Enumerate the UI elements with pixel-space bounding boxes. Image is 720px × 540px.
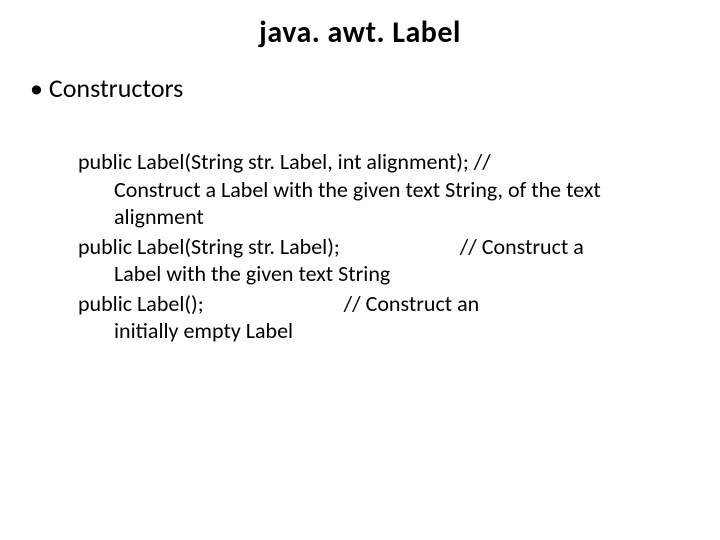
signature-text: public Label(String str. Label); xyxy=(78,233,340,260)
constructor-entry: public Label(String str. Label, int alig… xyxy=(78,148,638,231)
constructor-description: Construct a Label with the given text St… xyxy=(78,176,638,231)
constructor-description: Label with the given text String xyxy=(78,260,638,288)
slide: java. awt. Label Constructors public Lab… xyxy=(0,0,720,540)
constructor-signature: public Label(); // Construct an xyxy=(78,290,638,318)
signature-text: public Label(); xyxy=(78,290,204,317)
section-heading: Constructors xyxy=(30,72,183,104)
constructor-signature: public Label(String str. Label, int alig… xyxy=(78,148,638,176)
signature-comment: // Construct an xyxy=(344,290,480,317)
constructor-entry: public Label(); // Construct an initially… xyxy=(78,290,638,345)
constructor-entry: public Label(String str. Label); // Const… xyxy=(78,233,638,288)
constructor-signature: public Label(String str. Label); // Const… xyxy=(78,233,638,261)
signature-comment: // Construct a xyxy=(460,233,584,260)
constructor-description: initially empty Label xyxy=(78,317,638,345)
body-text: public Label(String str. Label, int alig… xyxy=(78,148,638,347)
slide-title: java. awt. Label xyxy=(0,14,720,51)
